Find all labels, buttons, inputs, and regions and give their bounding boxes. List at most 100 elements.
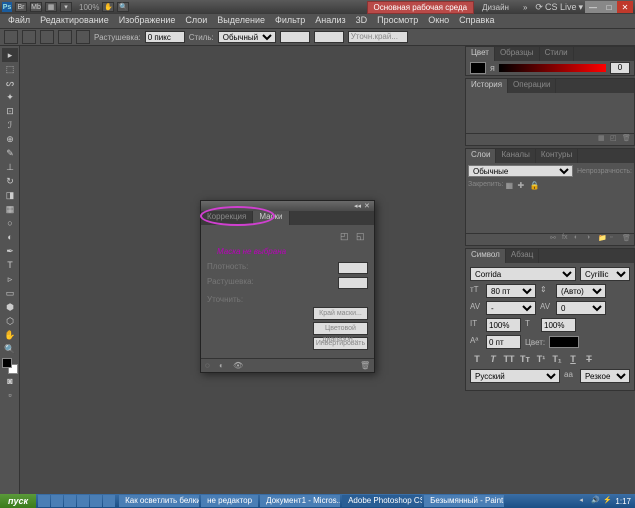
kerning-select[interactable]: - [486,301,536,315]
script-select[interactable]: Cyrillic [580,267,630,281]
shape-tool[interactable]: ▭ [2,286,18,300]
pixel-mask-icon[interactable]: ◰ [340,231,352,243]
adjustment-icon[interactable]: ◑ [586,234,596,244]
lock-all-icon[interactable]: 🔒 [529,181,539,191]
height-input[interactable] [314,31,344,43]
tab-swatches[interactable]: Образцы [495,47,540,61]
ql-icon[interactable] [103,495,115,507]
history-brush-tool[interactable]: ↻ [2,174,18,188]
feather-mask-input[interactable] [338,277,368,289]
task-item[interactable]: Документ1 - Micros... [260,495,340,507]
task-item[interactable]: не редактор [201,495,258,507]
history-icon[interactable]: ▦ [598,134,608,144]
view-icon[interactable]: ▦ [45,2,57,12]
tab-color[interactable]: Цвет [466,47,495,61]
tab-layers[interactable]: Слои [466,149,496,163]
gradient-tool[interactable]: ▦ [2,202,18,216]
3d-cam-tool[interactable]: ⬡ [2,314,18,328]
aa-select[interactable]: Резкое [580,369,630,383]
disable-mask-icon[interactable]: 👁 [233,361,243,371]
stamp-tool[interactable]: ⊥ [2,160,18,174]
task-item[interactable]: Как осветлить белки [119,495,199,507]
blur-tool[interactable]: ○ [2,216,18,230]
bold-button[interactable]: T [470,352,484,366]
mask-icon[interactable]: ◐ [574,234,584,244]
eyedropper-tool[interactable]: ℐ [2,118,18,132]
tab-actions[interactable]: Операции [508,79,556,93]
path-tool[interactable]: ▹ [2,272,18,286]
caps-button[interactable]: TT [502,352,516,366]
tab-channels[interactable]: Каналы [496,149,535,163]
workspace-more-button[interactable]: » [517,2,533,13]
hand-icon[interactable]: ✋ [102,2,114,12]
blend-mode-select[interactable]: Обычные [468,165,573,177]
tab-paths[interactable]: Контуры [536,149,578,163]
lasso-tool[interactable]: ᔕ [2,76,18,90]
menu-image[interactable]: Изображение [115,14,180,28]
tray-icon[interactable]: ◂ [579,496,589,506]
subscript-button[interactable]: T₁ [550,352,564,366]
baseline-input[interactable] [486,335,521,349]
bridge-icon[interactable]: Br [15,2,27,12]
zoom-tool[interactable]: 🔍 [2,342,18,356]
menu-select[interactable]: Выделение [213,14,269,28]
lock-pixels-icon[interactable]: ▦ [505,181,515,191]
menu-file[interactable]: Файл [4,14,34,28]
menu-filter[interactable]: Фильтр [271,14,309,28]
lang-select[interactable]: Русский [470,369,560,383]
tab-paragraph[interactable]: Абзац [506,249,539,263]
clock[interactable]: 1:17 [615,497,631,506]
mb-icon[interactable]: Mb [30,2,42,12]
ql-icon[interactable] [77,495,89,507]
snapshot-icon[interactable]: ◰ [610,134,620,144]
refine-edge-button[interactable]: Уточн.край... [348,31,408,43]
brush-tool[interactable]: ✎ [2,146,18,160]
tab-history[interactable]: История [466,79,508,93]
start-button[interactable]: пуск [0,494,36,508]
healing-tool[interactable]: ⊕ [2,132,18,146]
eraser-tool[interactable]: ◨ [2,188,18,202]
workspace-design-button[interactable]: Дизайн [476,2,515,13]
invert-button[interactable]: Инвертировать [313,337,368,350]
lock-position-icon[interactable]: ✚ [517,181,527,191]
load-selection-icon[interactable]: ◌ [205,361,215,371]
wand-tool[interactable]: ✦ [2,90,18,104]
link-icon[interactable]: ⚯ [550,234,560,244]
quickmask-tool[interactable]: ◙ [2,374,18,388]
minimize-button[interactable]: — [585,1,601,13]
font-select[interactable]: Corrida [470,267,576,281]
task-item[interactable]: Безымянный - Paint [424,495,504,507]
cslive-button[interactable]: ⟳CS Live▾ [535,2,583,13]
smallcaps-button[interactable]: Tт [518,352,532,366]
marquee-opt3-icon[interactable] [76,30,90,44]
marquee-opt-icon[interactable] [40,30,54,44]
tool-preset-icon[interactable] [4,30,18,44]
style-select[interactable]: Обычный [218,31,276,43]
size-select[interactable]: 80 пт [486,284,536,298]
ql-icon[interactable] [38,495,50,507]
strike-button[interactable]: T [582,352,596,366]
marquee-tool[interactable]: ⬚ [2,62,18,76]
text-color-swatch[interactable] [549,336,579,348]
menu-layers[interactable]: Слои [181,14,211,28]
dialog-close-icon[interactable]: ✕ [364,202,372,210]
hand-tool[interactable]: ✋ [2,328,18,342]
superscript-button[interactable]: T¹ [534,352,548,366]
ql-icon[interactable] [51,495,63,507]
menu-analysis[interactable]: Анализ [311,14,349,28]
hscale-input[interactable] [541,318,576,332]
ql-icon[interactable] [64,495,76,507]
tray-icon[interactable]: ⚡ [603,496,613,506]
vector-mask-icon[interactable]: ◱ [356,231,368,243]
underline-button[interactable]: T [566,352,580,366]
menu-edit[interactable]: Редактирование [36,14,113,28]
tab-character[interactable]: Символ [466,249,506,263]
dialog-collapse-icon[interactable]: ◂◂ [354,202,362,210]
group-icon[interactable]: 📁 [598,234,608,244]
menu-help[interactable]: Справка [455,14,498,28]
tab-adjustments[interactable]: Коррекция [201,211,253,225]
new-layer-icon[interactable]: ▫ [610,234,620,244]
ql-icon[interactable] [90,495,102,507]
workspace-main-button[interactable]: Основная рабочая среда [367,1,475,14]
color-value[interactable]: 0 [610,62,630,74]
